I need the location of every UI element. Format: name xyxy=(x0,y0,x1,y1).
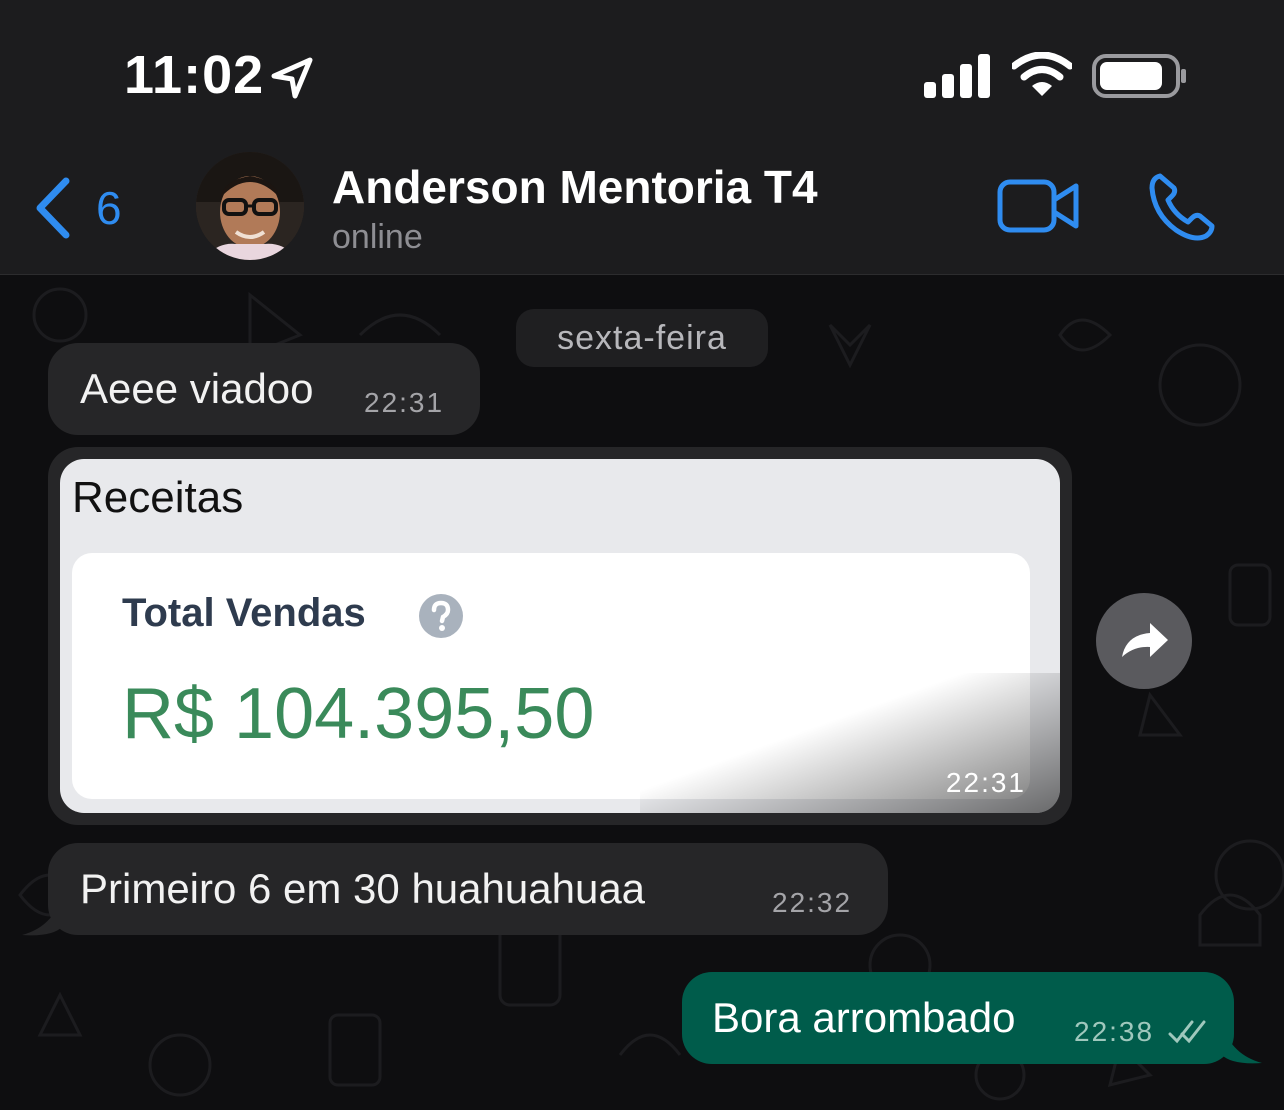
bubble-tail xyxy=(1222,1025,1262,1064)
back-button[interactable]: 6 xyxy=(34,176,122,240)
card-value: R$ 104.395,50 xyxy=(122,674,595,754)
message-time: 22:38 xyxy=(1074,1016,1155,1047)
phone-call-icon[interactable] xyxy=(1146,170,1218,242)
video-call-icon[interactable] xyxy=(996,176,1080,236)
message-time: 22:32 xyxy=(772,887,853,918)
incoming-message[interactable]: Primeiro 6 em 30 huahuahuaa 22:32 xyxy=(48,843,888,935)
message-text: Aeee viadoo xyxy=(80,365,314,412)
battery-icon xyxy=(1092,54,1186,98)
chat-area[interactable]: sexta-feira Aeee viadoo 22:31 Receitas T… xyxy=(0,275,1284,1110)
incoming-message[interactable]: Aeee viadoo 22:31 xyxy=(48,343,480,435)
location-arrow-icon xyxy=(271,57,313,99)
chat-header: 6 Anderson Mentoria T4 online xyxy=(0,140,1284,275)
forward-button[interactable] xyxy=(1096,593,1192,689)
image-attachment[interactable]: Receitas Total Vendas R$ 104.395,50 22:3… xyxy=(60,459,1060,813)
incoming-image-message[interactable]: Receitas Total Vendas R$ 104.395,50 22:3… xyxy=(48,447,1072,825)
status-bar: 11:02 xyxy=(0,0,1284,140)
cellular-signal-icon xyxy=(924,54,990,98)
double-check-icon xyxy=(1168,1020,1206,1044)
image-title: Receitas xyxy=(72,473,244,522)
contact-photo xyxy=(196,152,304,260)
wifi-icon xyxy=(1012,52,1072,96)
message-text: Primeiro 6 em 30 huahuahuaa xyxy=(80,865,646,912)
unread-count: 6 xyxy=(96,182,122,234)
status-time: 11:02 xyxy=(124,45,265,105)
outgoing-message[interactable]: Bora arrombado 22:38 xyxy=(682,972,1234,1064)
message-time: 22:31 xyxy=(945,767,1026,798)
contact-name[interactable]: Anderson Mentoria T4 xyxy=(332,160,818,214)
help-icon xyxy=(419,594,463,638)
message-time: 22:31 xyxy=(364,387,445,418)
date-separator: sexta-feira xyxy=(516,309,768,367)
chevron-left-icon xyxy=(36,177,70,239)
card-label: Total Vendas xyxy=(122,591,366,635)
contact-status: online xyxy=(332,218,423,256)
avatar[interactable] xyxy=(196,152,304,260)
message-text: Bora arrombado xyxy=(712,994,1016,1041)
bubble-tail xyxy=(22,897,62,936)
forward-arrow-icon xyxy=(1122,623,1168,657)
